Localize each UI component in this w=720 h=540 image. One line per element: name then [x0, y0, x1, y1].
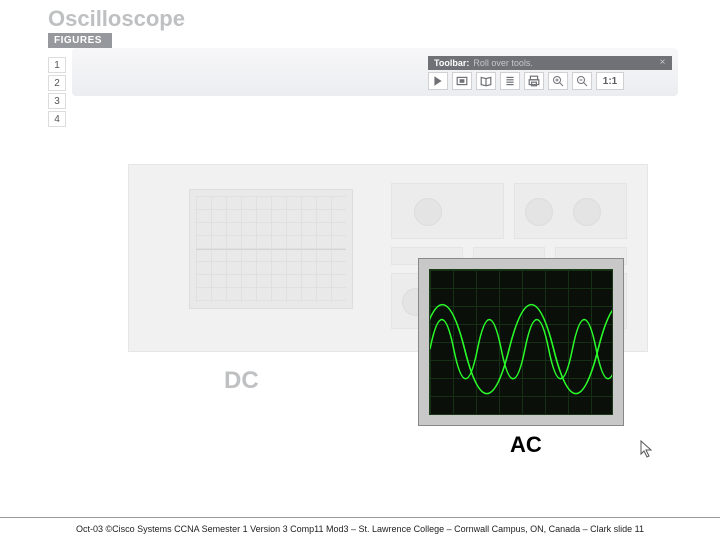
ac-label: AC: [510, 432, 542, 458]
knob-group: [514, 183, 627, 239]
toolbar-icons: 1:1: [428, 72, 672, 90]
toolbar-header: Toolbar: Roll over tools. ×: [428, 56, 672, 70]
knob-icon: [414, 198, 442, 226]
page-button-1[interactable]: 1: [48, 57, 66, 73]
footer-divider: [0, 517, 720, 518]
toolbar-label: Toolbar:: [434, 58, 469, 68]
knob-icon: [573, 198, 601, 226]
toolbar-background: Toolbar: Roll over tools. × 1:1: [72, 48, 678, 96]
zoom-out-icon[interactable]: [572, 72, 592, 90]
page-title: Oscilloscope: [48, 6, 185, 32]
book-icon[interactable]: [476, 72, 496, 90]
dc-label: DC: [224, 367, 259, 395]
list-icon[interactable]: [500, 72, 520, 90]
ac-scope-overlay: [418, 258, 624, 426]
page-button-group: 1 2 3 4: [48, 57, 66, 127]
zoom-ratio-button[interactable]: 1:1: [596, 72, 624, 90]
page-button-3[interactable]: 3: [48, 93, 66, 109]
knob-group: [391, 183, 504, 239]
page-button-4[interactable]: 4: [48, 111, 66, 127]
close-icon[interactable]: ×: [657, 57, 668, 68]
print-icon[interactable]: [524, 72, 544, 90]
scope-screen-dc: [189, 189, 353, 309]
sine-wave-icon: [430, 270, 612, 414]
screen-icon[interactable]: [452, 72, 472, 90]
toolbar-hint: Roll over tools.: [473, 58, 533, 68]
dc-trace-line: [196, 249, 346, 250]
knob-icon: [525, 198, 553, 226]
ac-scope-screen: [429, 269, 613, 415]
page-button-2[interactable]: 2: [48, 75, 66, 91]
cursor-icon: [640, 440, 654, 463]
figures-tab: FIGURES: [48, 33, 112, 48]
zoom-in-icon[interactable]: [548, 72, 568, 90]
footer-text: Oct-03 ©Cisco Systems CCNA Semester 1 Ve…: [0, 524, 720, 534]
play-icon[interactable]: [428, 72, 448, 90]
